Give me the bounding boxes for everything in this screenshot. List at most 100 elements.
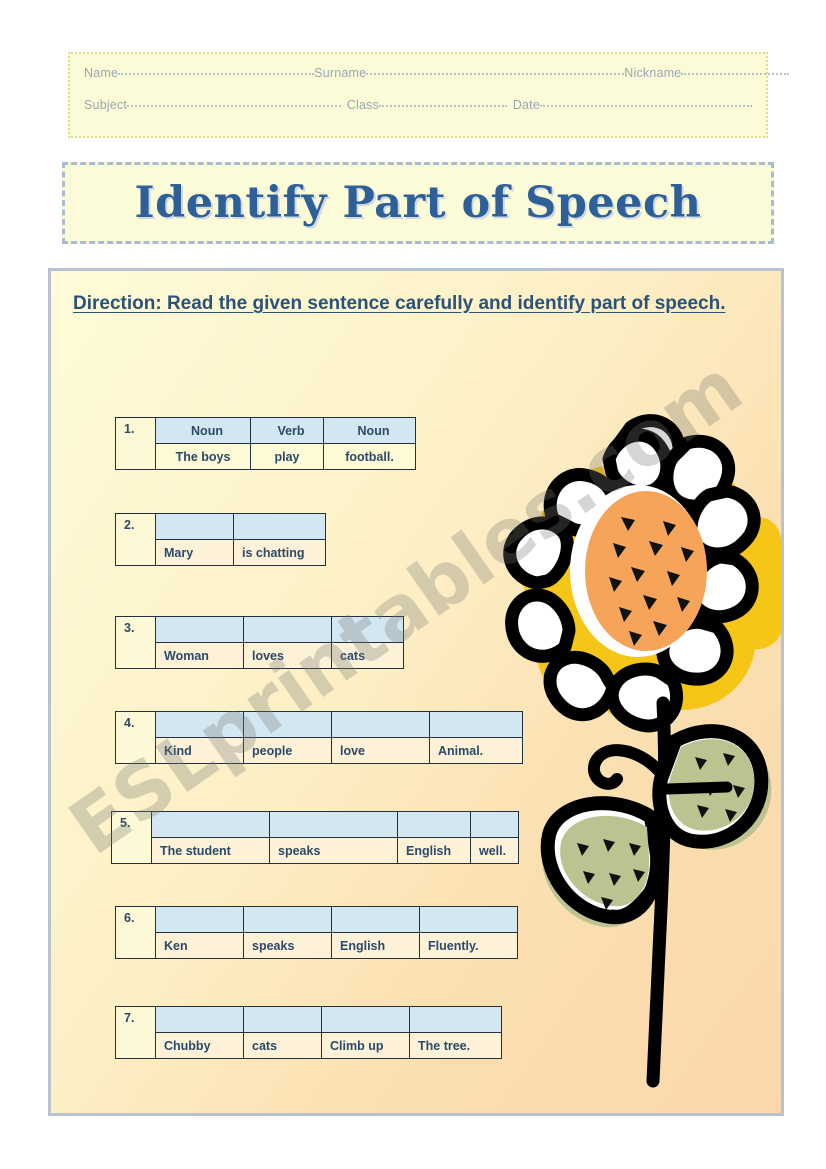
- student-info-line-2: Subject Class Date: [84, 98, 752, 112]
- sentence-word-cell: Woman: [155, 642, 244, 669]
- sentence-word-cell: Mary: [155, 539, 234, 566]
- worksheet-title-box: Identify Part of Speech: [62, 162, 774, 244]
- answer-blank-cell[interactable]: [233, 513, 326, 540]
- direction-text: Direction: Read the given sentence caref…: [73, 287, 733, 320]
- sentence-word-cell: speaks: [243, 932, 332, 959]
- exercise-answer-row: 3.: [115, 616, 404, 669]
- direction-text-inner: Direction: Read the given sentence caref…: [73, 293, 726, 314]
- sentence-word-cell: football.: [323, 443, 416, 470]
- answer-blank-cell[interactable]: [243, 1006, 322, 1033]
- name-label: Name: [84, 66, 119, 80]
- date-label: Date: [512, 98, 540, 112]
- sentence-word-cell: Animal.: [429, 737, 523, 764]
- student-info-box: Name Surname Nickname Subject Class Date: [68, 52, 790, 138]
- student-info-line-1: Name Surname Nickname: [84, 64, 790, 80]
- exercise-answer-row: 4.: [115, 711, 523, 764]
- worksheet-content-panel: Direction: Read the given sentence caref…: [48, 268, 784, 1116]
- answer-blank-cell[interactable]: [331, 906, 420, 933]
- name-field[interactable]: Name: [84, 64, 315, 80]
- leaf-left: [540, 796, 665, 928]
- surname-dots: [366, 64, 625, 75]
- exercise-sentence-row: The boys play football.: [116, 443, 416, 470]
- flower-center: [570, 485, 707, 657]
- sentence-word-cell: loves: [243, 642, 332, 669]
- exercise-table: 3. Woman loves cats: [115, 616, 404, 669]
- exercise-number: 3.: [115, 616, 156, 669]
- sentence-word-cell: Ken: [155, 932, 244, 959]
- class-field[interactable]: Class: [346, 96, 508, 112]
- exercise-sentence-row: Woman loves cats: [116, 642, 404, 669]
- answer-blank-cell[interactable]: [409, 1006, 502, 1033]
- answer-blank-cell[interactable]: [321, 1006, 410, 1033]
- answer-blank-cell[interactable]: [269, 811, 398, 838]
- answer-blank-cell[interactable]: [397, 811, 471, 838]
- sentence-word-cell: people: [243, 737, 332, 764]
- part-of-speech-label[interactable]: Verb: [250, 417, 324, 444]
- sentence-word-cell: Kind: [155, 737, 244, 764]
- exercise-number: 7.: [115, 1006, 156, 1059]
- sentence-word-cell: Fluently.: [419, 932, 518, 959]
- stem: [646, 696, 672, 1088]
- sentence-word-cell: The boys: [155, 443, 251, 470]
- exercise-number: 5.: [111, 811, 152, 864]
- exercise-sentence-row: The student speaks English well.: [112, 837, 519, 864]
- exercise-number: 6.: [115, 906, 156, 959]
- subject-dots: [127, 96, 342, 107]
- date-field[interactable]: Date: [513, 98, 752, 112]
- answer-blank-cell[interactable]: [470, 811, 519, 838]
- nickname-field[interactable]: Nickname: [624, 64, 790, 80]
- exercise-table: 6. Ken speaks English Fluently.: [115, 906, 518, 959]
- answer-blank-cell[interactable]: [429, 711, 523, 738]
- exercise-number: 2.: [115, 513, 156, 566]
- sentence-word-cell: English: [331, 932, 420, 959]
- tendril: [587, 744, 665, 790]
- surname-field[interactable]: Surname: [314, 64, 625, 80]
- sentence-word-cell: Chubby: [155, 1032, 244, 1059]
- answer-blank-cell[interactable]: [331, 616, 404, 643]
- sentence-word-cell: Climb up: [321, 1032, 410, 1059]
- nickname-dots: [681, 64, 790, 75]
- class-dots: [379, 96, 508, 107]
- exercise-answer-row: 5.: [111, 811, 519, 864]
- exercise-table: 1. Noun Verb Noun The boys play football.: [115, 417, 416, 470]
- class-label: Class: [346, 98, 380, 112]
- exercise-number: 4.: [115, 711, 156, 764]
- sentence-word-cell: is chatting: [233, 539, 326, 566]
- answer-blank-cell[interactable]: [155, 711, 244, 738]
- answer-blank-cell[interactable]: [155, 1006, 244, 1033]
- answer-blank-cell[interactable]: [331, 711, 430, 738]
- exercise-number: 1.: [115, 417, 156, 470]
- exercise-sentence-row: Ken speaks English Fluently.: [116, 932, 518, 959]
- exercise-sentence-row: Chubby cats Climb up The tree.: [116, 1032, 502, 1059]
- answer-blank-cell[interactable]: [155, 906, 244, 933]
- sentence-word-cell: English: [397, 837, 471, 864]
- seed-marks: [609, 517, 694, 646]
- exercise-sentence-row: Kind people love Animal.: [116, 737, 523, 764]
- exercise-answer-row: 6.: [115, 906, 518, 959]
- answer-blank-cell[interactable]: [155, 513, 234, 540]
- part-of-speech-label[interactable]: Noun: [155, 417, 251, 444]
- petal-fill-layer: [517, 441, 781, 723]
- answer-blank-cell[interactable]: [243, 711, 332, 738]
- nickname-label: Nickname: [624, 66, 682, 80]
- sentence-word-cell: love: [331, 737, 430, 764]
- subject-field[interactable]: Subject: [84, 96, 342, 112]
- part-of-speech-label[interactable]: Noun: [323, 417, 416, 444]
- exercise-answer-row: 1. Noun Verb Noun: [115, 417, 416, 470]
- sentence-word-cell: cats: [243, 1032, 322, 1059]
- sunflower-illustration: [491, 391, 781, 1111]
- subject-label: Subject: [84, 98, 128, 112]
- name-dots: [118, 64, 315, 75]
- sentence-word-cell: well.: [470, 837, 519, 864]
- answer-blank-cell[interactable]: [151, 811, 270, 838]
- answer-blank-cell[interactable]: [155, 616, 244, 643]
- exercise-table: 4. Kind people love Animal.: [115, 711, 523, 764]
- exercise-table: 7. Chubby cats Climb up The tree.: [115, 1006, 502, 1059]
- answer-blank-cell[interactable]: [243, 616, 332, 643]
- exercise-answer-row: 7.: [115, 1006, 502, 1059]
- answer-blank-cell[interactable]: [419, 906, 518, 933]
- exercise-table: 2. Mary is chatting: [115, 513, 326, 566]
- sentence-word-cell: speaks: [269, 837, 398, 864]
- petal-outlines: [503, 414, 761, 733]
- answer-blank-cell[interactable]: [243, 906, 332, 933]
